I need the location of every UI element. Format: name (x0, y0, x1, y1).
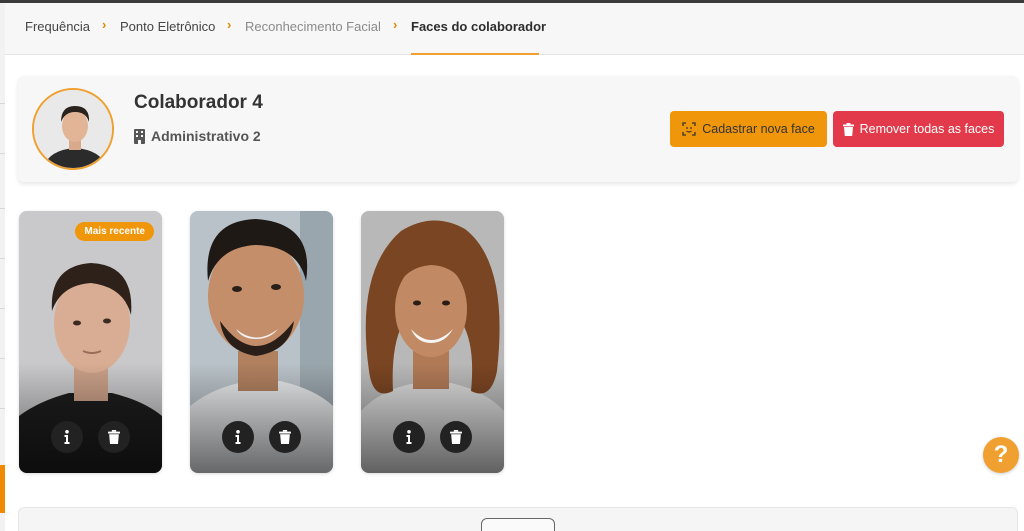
trash-icon (279, 430, 291, 444)
face-scan-icon (682, 122, 696, 136)
remove-all-faces-button[interactable]: Remover todas as faces (833, 111, 1004, 147)
face-info-button[interactable] (222, 421, 254, 453)
breadcrumb-item-faces-colaborador: Faces do colaborador (411, 19, 547, 34)
face-delete-button[interactable] (98, 421, 130, 453)
breadcrumb-separator: › (227, 17, 232, 32)
info-icon (235, 430, 241, 444)
face-card (190, 211, 333, 473)
breadcrumb-separator: › (393, 17, 398, 32)
breadcrumb-item-frequencia[interactable]: Frequência (25, 19, 90, 34)
register-new-face-button[interactable]: Cadastrar nova face (670, 111, 827, 147)
employee-header-card: Colaborador 4 Administrativo 2 Cadastrar… (18, 76, 1018, 182)
face-card: Mais recente (19, 211, 162, 473)
bottom-panel (18, 507, 1018, 531)
face-delete-button[interactable] (269, 421, 301, 453)
trash-icon (450, 430, 462, 444)
face-card (361, 211, 504, 473)
trash-icon (108, 430, 120, 444)
info-icon (64, 430, 70, 444)
sidebar-active-indicator (0, 465, 5, 513)
breadcrumb-active-underline (411, 53, 539, 55)
most-recent-badge: Mais recente (75, 222, 154, 241)
avatar (32, 88, 114, 170)
help-button[interactable]: ? (983, 437, 1019, 473)
employee-department: Administrativo 2 (134, 128, 261, 144)
face-delete-button[interactable] (440, 421, 472, 453)
employee-name: Colaborador 4 (134, 92, 263, 113)
trash-icon (842, 122, 854, 136)
avatar-photo (34, 90, 112, 168)
face-info-button[interactable] (393, 421, 425, 453)
department-label: Administrativo 2 (151, 128, 261, 144)
breadcrumb: Frequência › Ponto Eletrônico › Reconhec… (5, 3, 1024, 55)
bottom-panel-button[interactable] (481, 518, 555, 531)
info-icon (406, 430, 412, 444)
breadcrumb-separator: › (102, 17, 107, 32)
register-new-face-label: Cadastrar nova face (702, 122, 815, 136)
remove-all-faces-label: Remover todas as faces (859, 122, 995, 136)
building-icon (134, 128, 145, 144)
sidebar-edge (0, 3, 5, 531)
face-info-button[interactable] (51, 421, 83, 453)
breadcrumb-item-reconhecimento-facial[interactable]: Reconhecimento Facial (245, 19, 381, 34)
breadcrumb-item-ponto-eletronico[interactable]: Ponto Eletrônico (120, 19, 215, 34)
